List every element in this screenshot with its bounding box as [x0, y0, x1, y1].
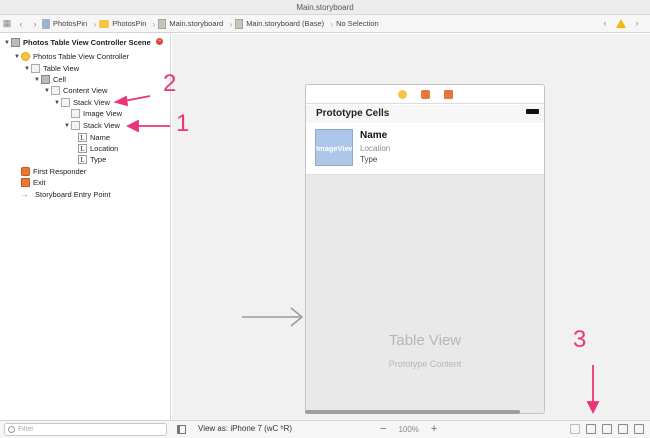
- annotation-number-1: 1: [176, 110, 190, 137]
- annotation-number-2: 2: [163, 70, 177, 97]
- annotation-overlay: [113, 95, 600, 415]
- annotation-number-3: 3: [573, 326, 587, 353]
